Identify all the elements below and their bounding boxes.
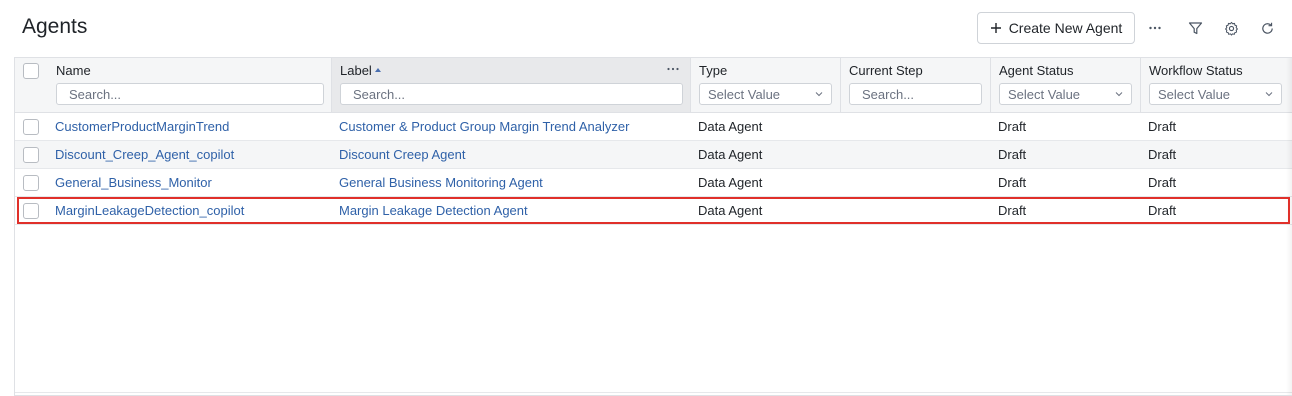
- table-row[interactable]: MarginLeakageDetection_copilot Margin Le…: [15, 197, 1292, 225]
- chevron-down-icon: [1115, 92, 1123, 97]
- more-icon: [1149, 26, 1161, 30]
- sort-ascending-icon: [374, 68, 381, 72]
- agent-type-cell: Data Agent: [698, 203, 763, 218]
- agent-label-link[interactable]: Margin Leakage Detection Agent: [339, 197, 528, 225]
- refresh-button[interactable]: [1255, 16, 1279, 40]
- table-row[interactable]: CustomerProductMarginTrend Customer & Pr…: [15, 113, 1292, 141]
- column-header-name[interactable]: Name: [15, 58, 332, 112]
- table-row[interactable]: Discount_Creep_Agent_copilot Discount Cr…: [15, 141, 1292, 169]
- column-header-label[interactable]: Label: [332, 58, 691, 112]
- agent-name-link[interactable]: General_Business_Monitor: [55, 169, 212, 197]
- row-checkbox[interactable]: [23, 119, 39, 135]
- agent-name-link[interactable]: CustomerProductMarginTrend: [55, 113, 229, 141]
- agent-status-cell: Draft: [998, 175, 1027, 190]
- workflow-status-cell: Draft: [1148, 147, 1177, 162]
- type-filter-value: Select Value: [708, 86, 781, 102]
- create-new-agent-button[interactable]: Create New Agent: [977, 12, 1135, 44]
- column-label-current-step: Current Step: [849, 63, 923, 78]
- name-filter-input[interactable]: [56, 83, 324, 105]
- workflow-status-cell: Draft: [1148, 119, 1177, 134]
- more-options-button[interactable]: [1143, 16, 1167, 40]
- agent-name-link[interactable]: MarginLeakageDetection_copilot: [55, 197, 244, 225]
- column-label-name: Name: [56, 63, 91, 78]
- type-filter-select[interactable]: Select Value: [699, 83, 832, 105]
- chevron-down-icon: [815, 92, 823, 97]
- agent-status-filter-select[interactable]: Select Value: [999, 83, 1132, 105]
- filter-icon: [1188, 21, 1202, 34]
- agent-type-cell: Data Agent: [698, 175, 763, 190]
- create-new-agent-label: Create New Agent: [1008, 20, 1123, 36]
- agent-type-cell: Data Agent: [698, 147, 763, 162]
- filter-button[interactable]: [1183, 16, 1207, 40]
- column-label-agent-status: Agent Status: [999, 63, 1074, 78]
- column-header-agent-status[interactable]: Agent Status Select Value: [991, 58, 1141, 112]
- agent-label-link[interactable]: Customer & Product Group Margin Trend An…: [339, 113, 629, 141]
- plus-icon: [990, 23, 1001, 33]
- column-header-type[interactable]: Type Select Value: [691, 58, 841, 112]
- workflow-status-filter-value: Select Value: [1158, 86, 1231, 102]
- workflow-status-cell: Draft: [1148, 203, 1177, 218]
- row-checkbox[interactable]: [23, 147, 39, 163]
- chevron-down-icon: [1265, 92, 1273, 97]
- row-checkbox[interactable]: [23, 175, 39, 191]
- agent-type-cell: Data Agent: [698, 119, 763, 134]
- table-row[interactable]: General_Business_Monitor General Busines…: [15, 169, 1292, 197]
- refresh-icon: [1261, 22, 1273, 34]
- agent-status-cell: Draft: [998, 119, 1027, 134]
- select-all-checkbox[interactable]: [23, 63, 39, 79]
- workflow-status-filter-select[interactable]: Select Value: [1149, 83, 1282, 105]
- column-header-current-step[interactable]: Current Step: [841, 58, 991, 112]
- label-filter-input[interactable]: [340, 83, 683, 105]
- grid-footer-divider: [15, 392, 1292, 393]
- column-label-label: Label: [340, 63, 372, 78]
- current-step-filter-input[interactable]: [849, 83, 982, 105]
- column-label-type: Type: [699, 63, 728, 78]
- workflow-status-cell: Draft: [1148, 175, 1177, 190]
- agent-name-link[interactable]: Discount_Creep_Agent_copilot: [55, 141, 234, 169]
- column-menu-icon[interactable]: [666, 62, 680, 76]
- agent-label-link[interactable]: General Business Monitoring Agent: [339, 169, 543, 197]
- settings-button[interactable]: [1219, 16, 1243, 40]
- grid-header: Name Label Type Select Value Current Ste…: [15, 58, 1292, 113]
- page-title: Agents: [22, 15, 88, 38]
- column-header-workflow-status[interactable]: Workflow Status Select Value: [1141, 58, 1292, 112]
- grid-edge-shadow: [1286, 58, 1292, 395]
- agents-grid: Name Label Type Select Value Current Ste…: [14, 57, 1292, 396]
- row-checkbox[interactable]: [23, 203, 39, 219]
- column-label-workflow-status: Workflow Status: [1149, 63, 1243, 78]
- agent-status-filter-value: Select Value: [1008, 86, 1081, 102]
- agent-label-link[interactable]: Discount Creep Agent: [339, 141, 465, 169]
- settings-icon: [1224, 21, 1238, 36]
- agent-status-cell: Draft: [998, 147, 1027, 162]
- agent-status-cell: Draft: [998, 203, 1027, 218]
